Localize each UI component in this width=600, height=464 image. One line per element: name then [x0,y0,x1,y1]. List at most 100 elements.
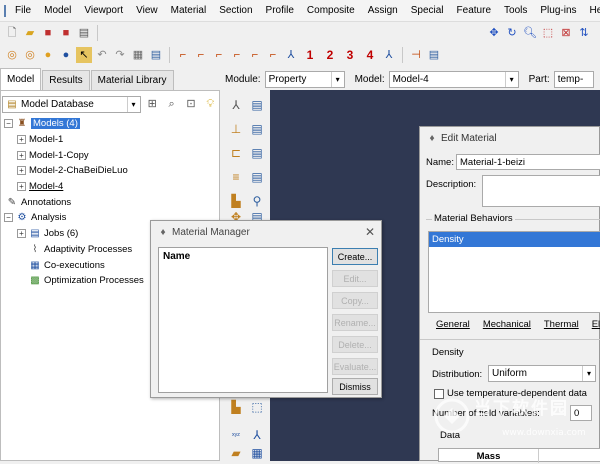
dialog-titlebar[interactable]: ♦ Material Manager [151,221,381,243]
help-bulb-icon[interactable]: 💡︎ [203,96,218,112]
expand-icon[interactable]: + [17,150,26,160]
shaded-sphere-icon[interactable]: ● [58,47,74,63]
csys-icon[interactable]: ⅄ [381,47,397,63]
collapse-icon[interactable]: − [4,119,13,129]
fit-view-icon[interactable]: ⊠ [558,25,574,41]
magnify-icon[interactable]: 🔍︎ [522,25,538,41]
tab-material-library[interactable]: Material Library [90,70,174,90]
open-folder-icon[interactable]: ▰ [22,25,38,41]
create-profile-icon[interactable]: ⊏ [227,144,245,162]
tree-node-annotations[interactable]: ✎ Annotations [4,194,218,210]
composite-manager-icon[interactable]: ▤ [248,168,266,186]
delete-button[interactable]: Delete... [332,336,378,353]
menu-model[interactable]: Model [38,5,78,16]
zoom-box-icon[interactable]: ⬚ [540,25,556,41]
menu-file[interactable]: File [9,5,38,16]
menu-viewport[interactable]: Viewport [78,5,130,16]
dialog-titlebar[interactable]: ♦ Edit Material [420,127,599,149]
view-4-button[interactable]: 4 [361,47,379,63]
tool-grid-icon[interactable]: ▦ [248,444,266,462]
edit-button[interactable]: Edit... [332,270,378,287]
datum-icon[interactable]: ◎ [4,47,20,63]
behavior-item-density[interactable]: Density [429,232,600,247]
menu-help[interactable]: Help [584,5,600,16]
tree-node-model-4[interactable]: + Model-4 [4,179,218,195]
pan-icon[interactable]: ✥ [486,25,502,41]
save-icon[interactable]: ■ [40,25,56,41]
partition-icon[interactable]: ⊣ [408,47,424,63]
expand-icon[interactable]: + [17,166,26,176]
tree-node-model-2[interactable]: + Model-2-ChaBeiDieLuo [4,163,218,179]
create-button[interactable]: Create... [332,248,378,265]
view-1-button[interactable]: 1 [301,47,319,63]
expand-icon[interactable]: + [17,229,26,239]
menu-plugins[interactable]: Plug-ins [534,5,583,16]
rotate-icon[interactable]: ↻ [504,25,520,41]
partition-tool-icon[interactable]: ▰ [227,444,245,462]
menu-assign[interactable]: Assign [362,5,405,16]
filter-icon[interactable]: ⊞ [145,96,160,112]
menu-composite[interactable]: Composite [301,5,362,16]
tab-general[interactable]: General [428,319,475,335]
axis-xz-icon[interactable]: ⌐ [265,47,281,63]
select-arrow-icon[interactable]: ↖ [76,47,92,63]
menu-special[interactable]: Special [405,5,451,16]
expand-icon[interactable]: + [17,182,26,192]
triad-icon[interactable]: ⅄ [283,47,299,63]
tab-electrical[interactable]: Ele [584,319,600,335]
create-composite-icon[interactable]: ≡ [227,168,245,186]
section-manager-icon[interactable]: ▤ [248,120,266,138]
axis-z-icon[interactable]: ⌐ [211,47,227,63]
sphere-icon[interactable]: ● [40,47,56,63]
tree-node-model-1[interactable]: + Model-1 [4,132,218,148]
menu-tools[interactable]: Tools [498,5,534,16]
tree-node-model-1-copy[interactable]: + Model-1-Copy [4,147,218,163]
profile-manager-icon[interactable]: ▤ [248,144,266,162]
model-select[interactable]: Model-4 ▾ [388,70,519,88]
rename-button[interactable]: Rename... [332,314,378,331]
database-select[interactable]: ▤ Model Database ▾ [2,95,141,113]
material-name-field[interactable]: Material-1-beizi [456,154,600,170]
behaviors-list[interactable]: Density [428,231,600,313]
axis-xy-icon[interactable]: ⌐ [229,47,245,63]
grid-icon[interactable]: ▦ [130,47,146,63]
save-as-icon[interactable]: ■ [58,25,74,41]
tab-results[interactable]: Results [42,70,90,90]
copy-button[interactable]: Copy... [332,292,378,309]
axis-x-icon[interactable]: ⌐ [175,47,191,63]
tree-node-models[interactable]: − ♜ Models (4) [4,116,218,132]
find-icon[interactable]: ⌕ [164,96,179,112]
csys-xyz-icon[interactable]: ˣʸᶻ [227,426,245,444]
tab-mechanical[interactable]: Mechanical [475,319,536,335]
new-file-icon[interactable]: 🗋 [4,25,20,41]
create-material-icon[interactable]: ⅄ [227,96,245,114]
axis-yz-icon[interactable]: ⌐ [247,47,263,63]
part-select[interactable]: temp- [553,70,594,88]
distribution-select[interactable]: Uniform ▾ [488,365,596,382]
material-manager-icon[interactable]: ▤ [248,96,266,114]
menu-profile[interactable]: Profile [260,5,301,16]
axis-y-icon[interactable]: ⌐ [193,47,209,63]
menu-feature[interactable]: Feature [451,5,498,16]
expand-icon[interactable]: ⊡ [183,96,198,112]
dismiss-button[interactable]: Dismiss [332,378,378,395]
manager-icon[interactable]: ▤ [426,47,442,63]
special-manager-icon[interactable]: ⬚ [248,398,266,416]
close-icon[interactable]: ✕ [365,225,375,239]
redo-icon[interactable]: ↷ [112,47,128,63]
print-icon[interactable]: ▤ [76,25,92,41]
table-icon[interactable]: ▤ [148,47,164,63]
collapse-icon[interactable]: − [4,213,13,223]
tab-model[interactable]: Model [0,68,42,90]
undo-icon[interactable]: ↶ [94,47,110,63]
expand-icon[interactable]: + [17,135,26,145]
create-section-icon[interactable]: ⊥ [227,120,245,138]
evaluate-button[interactable]: Evaluate... [332,358,378,375]
menu-section[interactable]: Section [213,5,259,16]
view-3-button[interactable]: 3 [341,47,359,63]
menu-material[interactable]: Material [165,5,214,16]
special-tool-icon[interactable]: ▙ [227,398,245,416]
view-2-button[interactable]: 2 [321,47,339,63]
menu-view[interactable]: View [130,5,165,16]
material-list[interactable]: Name [158,247,328,393]
